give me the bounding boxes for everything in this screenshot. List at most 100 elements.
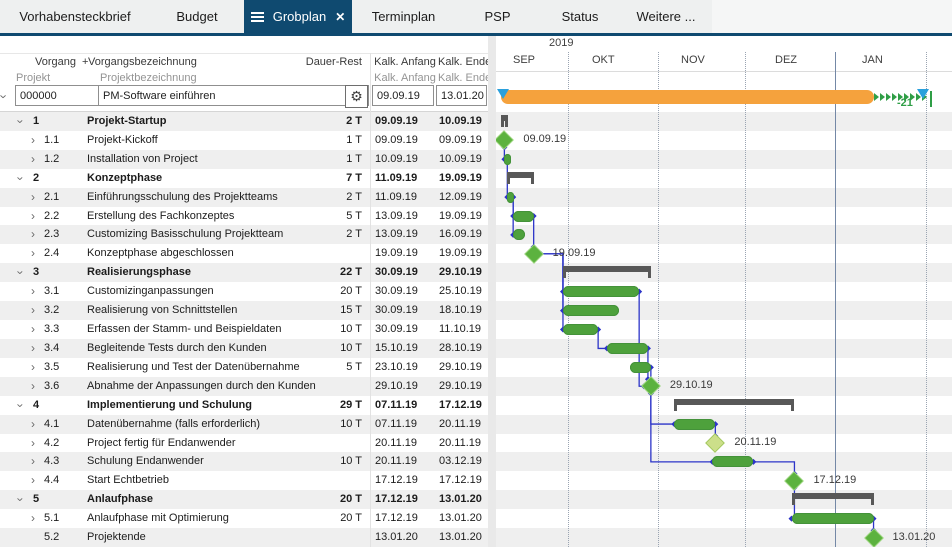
column-header-vorgangsbezeichnung[interactable]: Vorgangsbezeichnung bbox=[88, 56, 197, 68]
task-row-4-4[interactable]: ›4.4Start Echtbetrieb17.12.1917.12.19 bbox=[0, 471, 488, 490]
chevron-right-icon[interactable]: › bbox=[31, 471, 35, 490]
task-row-3-3[interactable]: ›3.3Erfassen der Stamm- und Beispieldate… bbox=[0, 320, 488, 339]
task-row-1[interactable]: ›1Projekt-Startup2 T09.09.1910.09.19 bbox=[0, 112, 488, 131]
task-row-4-3[interactable]: ›4.3Schulung Endanwender10 T20.11.1903.1… bbox=[0, 452, 488, 471]
tab-psp[interactable]: PSP bbox=[455, 0, 540, 33]
chevron-right-icon[interactable]: › bbox=[31, 434, 35, 453]
chevron-right-icon[interactable]: › bbox=[31, 150, 35, 169]
pane-splitter[interactable] bbox=[488, 36, 496, 547]
chevron-right-icon[interactable]: › bbox=[31, 415, 35, 434]
chevron-right-icon[interactable]: › bbox=[31, 188, 35, 207]
task-row-3[interactable]: ›3Realisierungsphase22 T30.09.1929.10.19 bbox=[0, 263, 488, 282]
task-bar-3-2[interactable] bbox=[563, 305, 619, 316]
gantt-chart: 2019 SEPOKTNOVDEZJAN 09.09.1919.09.1929.… bbox=[496, 36, 952, 547]
task-row-3-6[interactable]: ›3.6Abnahme der Anpassungen durch den Ku… bbox=[0, 377, 488, 396]
task-id: 2.3 bbox=[44, 225, 59, 244]
phase-bar-5[interactable] bbox=[792, 493, 874, 499]
task-row-2[interactable]: ›2Konzeptphase7 T11.09.1919.09.19 bbox=[0, 169, 488, 188]
chevron-right-icon[interactable]: › bbox=[31, 452, 35, 471]
task-bar-4-1[interactable] bbox=[674, 419, 715, 430]
table-header-row: Vorgang + Vorgangsbezeichnung Dauer-Rest… bbox=[0, 56, 488, 70]
task-bar-3-4[interactable] bbox=[607, 343, 648, 354]
chevron-right-icon[interactable]: › bbox=[31, 358, 35, 377]
tab-weitere-[interactable]: Weitere ... bbox=[620, 0, 712, 33]
task-bar-3-1[interactable] bbox=[563, 286, 639, 297]
task-row-2-3[interactable]: ›2.3Customizing Basisschulung Projekttea… bbox=[0, 225, 488, 244]
chevron-down-icon[interactable]: › bbox=[11, 403, 30, 407]
task-id: 4.3 bbox=[44, 452, 59, 471]
task-row-5-1[interactable]: ›5.1Anlaufphase mit Optimierung20 T17.12… bbox=[0, 509, 488, 528]
project-summary-bar[interactable] bbox=[501, 90, 873, 104]
chevron-right-icon[interactable]: › bbox=[31, 282, 35, 301]
chevron-down-icon[interactable]: › bbox=[11, 498, 30, 502]
phase-bar-4[interactable] bbox=[674, 399, 794, 405]
chevron-right-icon[interactable]: › bbox=[31, 225, 35, 244]
task-row-3-5[interactable]: ›3.5Realisierung und Test der Datenübern… bbox=[0, 358, 488, 377]
chevron-down-icon[interactable]: › bbox=[11, 120, 30, 124]
chevron-right-icon[interactable]: › bbox=[31, 509, 35, 528]
task-start-date: 09.09.19 bbox=[375, 112, 418, 131]
task-bar-1-2[interactable] bbox=[504, 154, 511, 165]
chevron-right-icon[interactable]: › bbox=[31, 131, 35, 150]
project-start-date-field[interactable]: 09.09.19 bbox=[372, 85, 434, 106]
task-start-date: 10.09.19 bbox=[375, 150, 418, 169]
task-row-2-4[interactable]: ›2.4Konzeptphase abgeschlossen19.09.1919… bbox=[0, 244, 488, 263]
project-name-input[interactable] bbox=[98, 85, 369, 106]
chevron-right-icon[interactable]: › bbox=[31, 377, 35, 396]
chevron-right-icon[interactable]: › bbox=[31, 301, 35, 320]
column-header-vorgang[interactable]: Vorgang bbox=[35, 56, 76, 68]
task-bar-3-5[interactable] bbox=[630, 362, 651, 373]
task-row-2-1[interactable]: ›2.1Einführungsschulung des Projektteams… bbox=[0, 188, 488, 207]
chevron-down-icon[interactable]: › bbox=[11, 176, 30, 180]
tab-terminplan[interactable]: Terminplan bbox=[352, 0, 455, 33]
task-start-date: 13.09.19 bbox=[375, 225, 418, 244]
hamburger-icon[interactable] bbox=[251, 16, 264, 18]
task-bar-3-3[interactable] bbox=[563, 324, 598, 335]
task-name: Schulung Endanwender bbox=[87, 452, 204, 471]
task-row-1-2[interactable]: ›1.2Installation von Project1 T10.09.191… bbox=[0, 150, 488, 169]
column-header-kalk-ende[interactable]: Kalk. Ende bbox=[438, 56, 487, 68]
task-name: Project fertig für Endanwender bbox=[87, 434, 236, 453]
tab-grobplan[interactable]: Grobplan✕ bbox=[244, 0, 352, 33]
task-name: Einführungsschulung des Projektteams bbox=[87, 188, 278, 207]
task-row-3-4[interactable]: ›3.4Begleitende Tests durch den Kunden10… bbox=[0, 339, 488, 358]
task-bar-4-3[interactable] bbox=[712, 456, 753, 467]
phase-bar-3[interactable] bbox=[563, 266, 651, 272]
buffer-chevron-icon bbox=[892, 93, 897, 101]
project-collapse-chevron-icon[interactable]: › bbox=[0, 94, 12, 98]
chevron-right-icon[interactable]: › bbox=[31, 320, 35, 339]
task-end-date: 10.09.19 bbox=[439, 150, 482, 169]
chevron-down-icon[interactable]: › bbox=[11, 271, 30, 275]
tab-budget[interactable]: Budget bbox=[150, 0, 244, 33]
task-duration: 10 T bbox=[262, 415, 362, 434]
task-duration: 20 T bbox=[262, 282, 362, 301]
task-row-1-1[interactable]: ›1.1Projekt-Kickoff1 T09.09.1909.09.19 bbox=[0, 131, 488, 150]
phase-bar-1[interactable] bbox=[501, 115, 508, 121]
close-icon[interactable]: ✕ bbox=[335, 11, 345, 23]
task-row-3-1[interactable]: ›3.1Customizinganpassungen20 T30.09.1925… bbox=[0, 282, 488, 301]
project-end-date-field[interactable]: 13.01.20 bbox=[436, 85, 487, 106]
column-header-kalk-anfang[interactable]: Kalk. Anfang bbox=[374, 56, 436, 68]
task-bar-5-1[interactable] bbox=[792, 513, 874, 524]
task-name: Anlaufphase bbox=[87, 490, 153, 509]
task-row-4-2[interactable]: ›4.2Project fertig für Endanwender20.11.… bbox=[0, 434, 488, 453]
task-row-2-2[interactable]: ›2.2Erstellung des Fachkonzeptes5 T13.09… bbox=[0, 207, 488, 226]
gear-icon[interactable]: ⚙ bbox=[345, 85, 368, 108]
task-row-5[interactable]: ›5Anlaufphase20 T17.12.1913.01.20 bbox=[0, 490, 488, 509]
task-name: Customizinganpassungen bbox=[87, 282, 214, 301]
tab-vorhabensteckbrief[interactable]: Vorhabensteckbrief bbox=[0, 0, 150, 33]
task-bar-2-2[interactable] bbox=[513, 211, 534, 222]
chevron-right-icon[interactable]: › bbox=[31, 244, 35, 263]
chevron-right-icon[interactable]: › bbox=[31, 339, 35, 358]
column-header-dauer-rest[interactable]: Dauer-Rest bbox=[262, 56, 362, 68]
tab-status[interactable]: Status bbox=[540, 0, 620, 33]
task-row-4-1[interactable]: ›4.1Datenübernahme (falls erforderlich)1… bbox=[0, 415, 488, 434]
task-bar-2-1[interactable] bbox=[507, 192, 514, 203]
project-id-input[interactable] bbox=[15, 85, 99, 106]
chevron-right-icon[interactable]: › bbox=[31, 207, 35, 226]
phase-bar-2[interactable] bbox=[507, 172, 533, 178]
task-row-5-2[interactable]: 5.2Projektende13.01.2013.01.20 bbox=[0, 528, 488, 547]
task-row-4[interactable]: ›4Implementierung und Schulung29 T07.11.… bbox=[0, 396, 488, 415]
task-id: 3.3 bbox=[44, 320, 59, 339]
task-row-3-2[interactable]: ›3.2Realisierung von Schnittstellen15 T3… bbox=[0, 301, 488, 320]
